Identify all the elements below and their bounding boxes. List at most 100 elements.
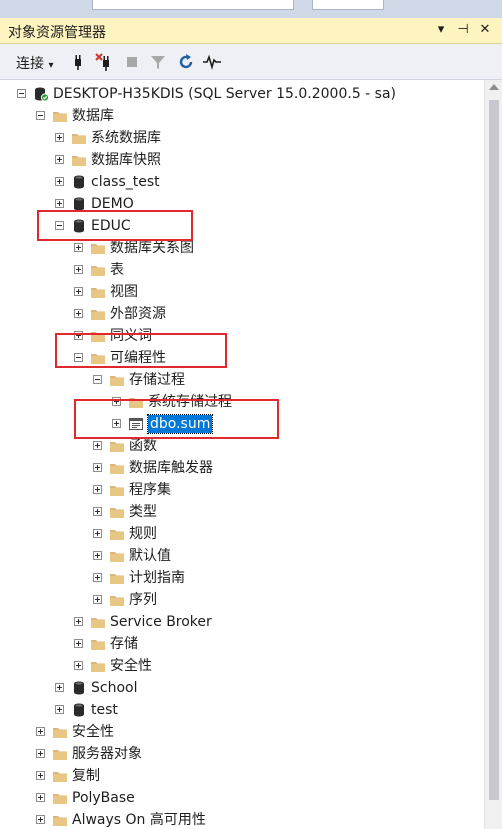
tree-node[interactable]: 数据库触发器 (0, 457, 484, 479)
expand-toggle-icon[interactable] (93, 595, 102, 604)
tree-node-label[interactable]: 数据库触发器 (129, 459, 213, 477)
tree-node[interactable]: test (0, 699, 484, 721)
tree-node[interactable]: 规则 (0, 523, 484, 545)
tree-node[interactable]: PolyBase (0, 787, 484, 809)
tree-node[interactable]: 可编程性 (0, 347, 484, 369)
tree-node[interactable]: 外部资源 (0, 303, 484, 325)
tree-node[interactable]: Always On 高可用性 (0, 809, 484, 829)
tree-node-label[interactable]: test (91, 701, 118, 719)
expand-toggle-icon[interactable] (74, 243, 83, 252)
tree-node-label[interactable]: 可编程性 (110, 349, 166, 367)
tree-node-label[interactable]: 存储 (110, 635, 138, 653)
tree-node[interactable]: 服务器对象 (0, 743, 484, 765)
expand-toggle-icon[interactable] (74, 287, 83, 296)
tree-node-label[interactable]: 数据库 (72, 107, 114, 125)
tree-node[interactable]: 数据库关系图 (0, 237, 484, 259)
connect-plug-icon[interactable] (68, 52, 88, 72)
expand-toggle-icon[interactable] (74, 265, 83, 274)
expand-toggle-icon[interactable] (93, 485, 102, 494)
tree-node-label[interactable]: PolyBase (72, 789, 135, 807)
tree-node[interactable]: EDUC (0, 215, 484, 237)
tree-node[interactable]: 安全性 (0, 721, 484, 743)
tree-node[interactable]: 系统存储过程 (0, 391, 484, 413)
tree-node-label[interactable]: 服务器对象 (72, 745, 142, 763)
expand-toggle-icon[interactable] (93, 441, 102, 450)
tree-node-label[interactable]: 计划指南 (129, 569, 185, 587)
tree-node[interactable]: School (0, 677, 484, 699)
expand-toggle-icon[interactable] (55, 683, 64, 692)
tree-node-label[interactable]: 表 (110, 261, 124, 279)
expand-toggle-icon[interactable] (36, 727, 45, 736)
tree-node-label[interactable]: 复制 (72, 767, 100, 785)
tree-node-label[interactable]: class_test (91, 173, 160, 191)
tree-node[interactable]: 函数 (0, 435, 484, 457)
tree-node[interactable]: 表 (0, 259, 484, 281)
tree-node[interactable]: 数据库快照 (0, 149, 484, 171)
collapse-toggle-icon[interactable] (17, 89, 26, 98)
tree-node[interactable]: 默认值 (0, 545, 484, 567)
tree-node[interactable]: class_test (0, 171, 484, 193)
window-position-dropdown-icon[interactable]: ▾ (432, 21, 450, 39)
tree-node-label[interactable]: 规则 (129, 525, 157, 543)
tree-node-label[interactable]: DEMO (91, 195, 134, 213)
expand-toggle-icon[interactable] (74, 617, 83, 626)
tree-node[interactable]: 序列 (0, 589, 484, 611)
expand-toggle-icon[interactable] (55, 177, 64, 186)
tree-node-label[interactable]: 安全性 (110, 657, 152, 675)
tree-node[interactable]: 系统数据库 (0, 127, 484, 149)
tree-node-label[interactable]: EDUC (91, 217, 131, 235)
vertical-scrollbar[interactable] (484, 80, 502, 829)
expand-toggle-icon[interactable] (36, 793, 45, 802)
expand-toggle-icon[interactable] (55, 155, 64, 164)
expand-toggle-icon[interactable] (112, 419, 121, 428)
expand-toggle-icon[interactable] (55, 133, 64, 142)
tree-node[interactable]: dbo.sum (0, 413, 484, 435)
tree-node[interactable]: 计划指南 (0, 567, 484, 589)
expand-toggle-icon[interactable] (93, 573, 102, 582)
tree-node[interactable]: 程序集 (0, 479, 484, 501)
tree-node-label[interactable]: 数据库关系图 (110, 239, 194, 257)
refresh-icon[interactable] (176, 52, 196, 72)
expand-toggle-icon[interactable] (112, 397, 121, 406)
tree-node-label[interactable]: 同义词 (110, 327, 152, 345)
tree-node[interactable]: DEMO (0, 193, 484, 215)
activity-monitor-icon[interactable] (202, 52, 222, 72)
tree-node[interactable]: Service Broker (0, 611, 484, 633)
tree-node-label[interactable]: Always On 高可用性 (72, 811, 206, 829)
collapse-toggle-icon[interactable] (74, 353, 83, 362)
expand-toggle-icon[interactable] (74, 309, 83, 318)
tree-node-label[interactable]: 类型 (129, 503, 157, 521)
tree-node[interactable]: 存储过程 (0, 369, 484, 391)
disconnect-icon[interactable] (94, 52, 114, 72)
collapse-toggle-icon[interactable] (55, 221, 64, 230)
tree-node-label[interactable]: 默认值 (129, 547, 171, 565)
tree-node[interactable]: 同义词 (0, 325, 484, 347)
expand-toggle-icon[interactable] (74, 661, 83, 670)
tree-node-label[interactable]: 系统数据库 (91, 129, 161, 147)
tree-node-label[interactable]: Service Broker (110, 613, 212, 631)
expand-toggle-icon[interactable] (93, 507, 102, 516)
expand-toggle-icon[interactable] (74, 331, 83, 340)
expand-toggle-icon[interactable] (93, 529, 102, 538)
pin-icon[interactable]: ⊣ (454, 21, 472, 39)
close-icon[interactable]: ✕ (476, 21, 494, 39)
filter-icon[interactable] (148, 52, 168, 72)
expand-toggle-icon[interactable] (93, 551, 102, 560)
scroll-up-arrow-icon[interactable] (489, 84, 499, 90)
connect-button[interactable]: 连接 ▾ (16, 53, 53, 73)
object-explorer-tree[interactable]: DESKTOP-H35KDIS (SQL Server 15.0.2000.5 … (0, 80, 484, 829)
tree-node[interactable]: 存储 (0, 633, 484, 655)
tree-node[interactable]: 数据库 (0, 105, 484, 127)
tree-node[interactable]: 类型 (0, 501, 484, 523)
tree-node-label[interactable]: 存储过程 (129, 371, 185, 389)
tree-node[interactable]: 复制 (0, 765, 484, 787)
tree-node[interactable]: DESKTOP-H35KDIS (SQL Server 15.0.2000.5 … (0, 83, 484, 105)
tree-node-label[interactable]: 视图 (110, 283, 138, 301)
tree-node-label[interactable]: dbo.sum (146, 414, 214, 434)
tree-node-label[interactable]: 外部资源 (110, 305, 166, 323)
expand-toggle-icon[interactable] (36, 815, 45, 824)
expand-toggle-icon[interactable] (74, 639, 83, 648)
tree-node-label[interactable]: 序列 (129, 591, 157, 609)
tree-node-label[interactable]: 系统存储过程 (148, 393, 232, 411)
tree-node-label[interactable]: School (91, 679, 137, 697)
